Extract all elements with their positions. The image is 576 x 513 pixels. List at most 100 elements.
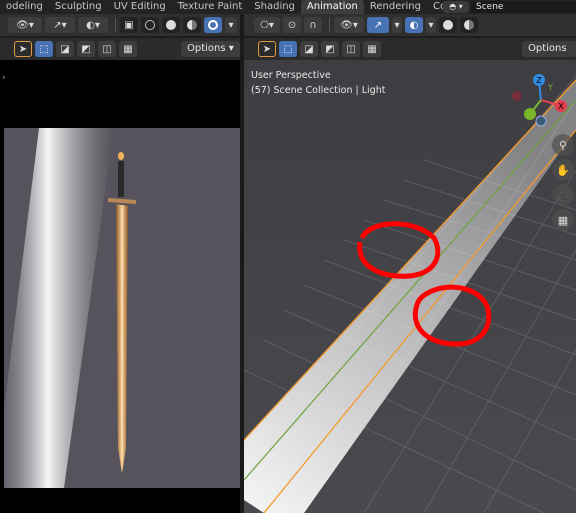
box-select-icon: ⬚ xyxy=(283,43,293,55)
proportional-icon: ∩ xyxy=(309,19,317,31)
overlay-dropdown-right[interactable]: ▾ xyxy=(426,17,436,33)
overlay-toggle[interactable]: ◐▾ xyxy=(78,17,108,33)
overlay-toggle-right[interactable]: ◐ xyxy=(405,17,423,33)
tab-modeling[interactable]: odeling xyxy=(0,0,49,14)
rendered-icon xyxy=(208,20,218,30)
svg-text:Z: Z xyxy=(536,76,542,85)
select-box-mode-right[interactable]: ⬚ xyxy=(279,41,297,57)
options-label: Options xyxy=(528,43,567,54)
perspective-label: User Perspective xyxy=(251,70,331,81)
shading-material[interactable] xyxy=(183,17,201,33)
shading-rendered[interactable] xyxy=(204,17,222,33)
material-icon xyxy=(187,20,197,30)
select-extend-mode-right[interactable]: ◪ xyxy=(300,41,318,57)
left-header-top: 👁▾ ↗▾ ◐▾ ▣ ▾ xyxy=(0,14,240,36)
select-intersect-mode[interactable]: ▦ xyxy=(119,41,137,57)
collection-label: (57) Scene Collection | Light xyxy=(251,85,386,96)
gizmo-dropdown-right[interactable]: ▾ xyxy=(392,17,402,33)
shading-dropdown[interactable]: ▾ xyxy=(225,17,237,33)
shading-solid-right[interactable] xyxy=(439,17,457,33)
navigation-gizmo[interactable]: Z X Y xyxy=(506,68,576,138)
shading-wireframe[interactable] xyxy=(141,17,159,33)
zoom-button[interactable]: ⚲ xyxy=(552,134,574,156)
proportional-toggle[interactable]: ∩ xyxy=(304,17,322,33)
xray-icon: ▣ xyxy=(124,19,134,31)
subtract-icon: ◩ xyxy=(325,43,335,55)
object-mode-dropdown[interactable]: ⎔▾ xyxy=(254,17,280,33)
intersect-icon: ▦ xyxy=(367,43,377,55)
options-label: Options xyxy=(187,43,226,54)
cursor-icon: ➤ xyxy=(262,43,272,55)
tab-uv-editing[interactable]: UV Editing xyxy=(108,0,172,14)
snap-toggle[interactable]: ⊙ xyxy=(283,17,301,33)
gizmo-icon: ↗▾ xyxy=(53,19,67,31)
pan-button[interactable]: ✋ xyxy=(552,159,574,181)
scene-name-field[interactable]: Scene xyxy=(471,0,576,13)
camera-view-button[interactable]: 🎥 xyxy=(552,184,574,206)
eye-icon: 👁▾ xyxy=(16,19,34,31)
select-extend-mode[interactable]: ◪ xyxy=(56,41,74,57)
scene-browse-button[interactable]: ◓ ▾ xyxy=(443,0,469,13)
wireframe-icon xyxy=(145,20,155,30)
extend-icon: ◪ xyxy=(304,43,314,55)
tab-animation[interactable]: Animation xyxy=(300,0,364,14)
xray-button[interactable]: ▣ xyxy=(120,17,138,33)
divider xyxy=(329,18,330,32)
intersect-icon: ▦ xyxy=(123,43,133,55)
chevron-down-icon: ▾ xyxy=(428,19,434,31)
tab-rendering[interactable]: Rendering xyxy=(364,0,427,14)
hand-icon: ✋ xyxy=(556,163,570,177)
cursor-icon: ➤ xyxy=(18,43,28,55)
select-intersect-mode-right[interactable]: ▦ xyxy=(363,41,381,57)
box-select-icon: ⬚ xyxy=(39,43,49,55)
eye-icon: 👁▾ xyxy=(340,19,358,31)
render-preview-panel: › xyxy=(0,60,240,513)
solid-icon xyxy=(443,20,453,30)
neg-x-axis-handle[interactable] xyxy=(512,91,522,101)
select-tool-button[interactable]: ➤ xyxy=(14,41,32,57)
divider xyxy=(115,18,116,32)
extend-icon: ◪ xyxy=(60,43,70,55)
mode-icon: ⎔▾ xyxy=(260,19,274,31)
visibility-toggle-right[interactable]: 👁▾ xyxy=(334,17,364,33)
neg-z-axis-handle[interactable] xyxy=(535,115,547,127)
right-options-button[interactable]: Options ▾ xyxy=(522,41,576,70)
sword-render xyxy=(4,128,240,488)
shading-solid[interactable] xyxy=(162,17,180,33)
grid-icon: ▦ xyxy=(557,213,569,227)
gizmo-toggle-right[interactable]: ↗ xyxy=(367,17,389,33)
gizmo-toggle[interactable]: ↗▾ xyxy=(45,17,75,33)
tab-shading[interactable]: Shading xyxy=(248,0,301,14)
ortho-toggle-button[interactable]: ▦ xyxy=(552,209,574,231)
chevron-down-icon: ▾ xyxy=(394,19,400,31)
3d-viewport[interactable]: User Perspective (57) Scene Collection |… xyxy=(244,60,576,513)
select-subtract-mode-right[interactable]: ◩ xyxy=(321,41,339,57)
invert-icon: ◫ xyxy=(102,43,112,55)
material-icon xyxy=(464,20,474,30)
select-invert-mode[interactable]: ◫ xyxy=(98,41,116,57)
right-header-top: ⎔▾ ⊙ ∩ 👁▾ ↗ ▾ ◐ ▾ xyxy=(244,14,576,36)
select-box-mode[interactable]: ⬚ xyxy=(35,41,53,57)
gizmo-icon: ↗ xyxy=(373,19,383,31)
y-axis-handle[interactable] xyxy=(524,108,536,120)
solid-icon xyxy=(166,20,176,30)
rendered-image xyxy=(4,128,240,488)
visibility-toggle[interactable]: 👁▾ xyxy=(8,17,42,33)
subtract-icon: ◩ xyxy=(81,43,91,55)
select-invert-mode-right[interactable]: ◫ xyxy=(342,41,360,57)
select-subtract-mode[interactable]: ◩ xyxy=(77,41,95,57)
collapse-arrow-icon[interactable]: › xyxy=(2,73,6,83)
scene-selector: ◓ ▾ Scene xyxy=(443,0,576,13)
svg-text:Y: Y xyxy=(547,83,553,92)
chevron-down-icon: ▾ xyxy=(228,19,234,31)
invert-icon: ◫ xyxy=(346,43,356,55)
svg-text:X: X xyxy=(558,102,564,111)
tab-sculpting[interactable]: Sculpting xyxy=(49,0,108,14)
camera-icon: 🎥 xyxy=(556,188,570,202)
overlay-icon: ◐▾ xyxy=(86,19,100,31)
tab-texture-paint[interactable]: Texture Paint xyxy=(172,0,249,14)
left-options-button[interactable]: Options ▾ xyxy=(181,41,240,57)
magnifier-icon: ⚲ xyxy=(558,138,568,152)
select-tool-button-right[interactable]: ➤ xyxy=(258,41,276,57)
shading-material-right[interactable] xyxy=(460,17,478,33)
